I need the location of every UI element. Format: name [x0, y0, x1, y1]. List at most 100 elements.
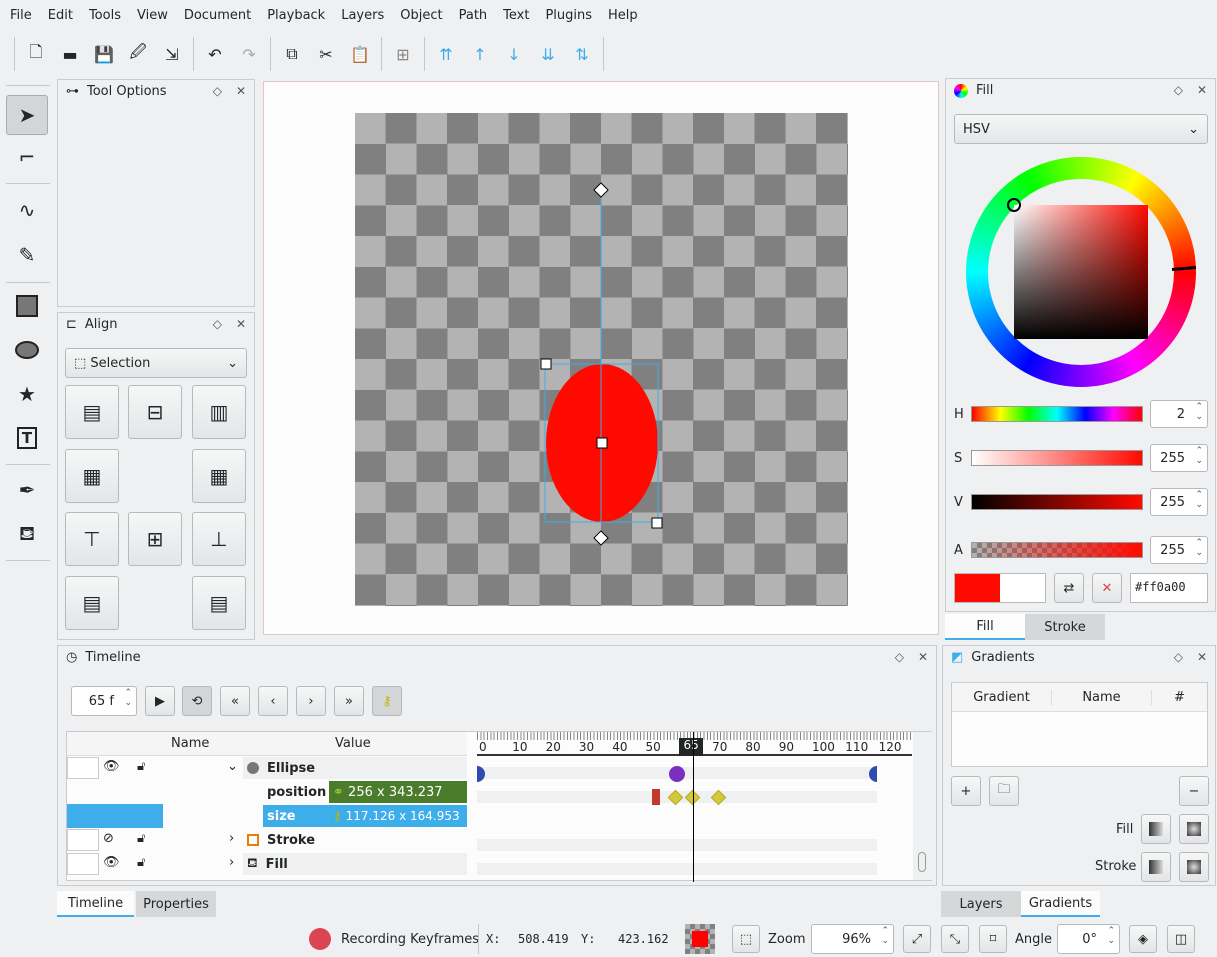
align-vcenter-button[interactable]: ⊞	[128, 512, 182, 566]
edit-node-tool-icon[interactable]: ⌐	[6, 137, 48, 177]
s-spinbox[interactable]: 255	[1150, 444, 1208, 472]
first-frame-button[interactable]: «	[220, 686, 250, 716]
position-value[interactable]: ⚭ 256 x 343.237	[329, 781, 467, 803]
tab-stroke[interactable]: Stroke	[1025, 614, 1105, 640]
zoom-out-button[interactable]: ⤡	[941, 925, 969, 953]
count-header[interactable]: #	[1152, 690, 1207, 705]
close-icon[interactable]: ✕	[236, 84, 246, 98]
folder-icon[interactable]: 🗀	[989, 776, 1019, 806]
clear-color-button[interactable]: ✕	[1092, 573, 1122, 603]
select-tool-icon[interactable]: ➤	[6, 95, 48, 135]
zoom-spinbox[interactable]: 96%	[811, 924, 894, 954]
float-icon[interactable]: ◇	[895, 650, 904, 664]
cut-icon[interactable]: ✂	[309, 37, 343, 71]
size-row[interactable]: size	[263, 805, 329, 827]
menu-document[interactable]: Document	[176, 8, 259, 23]
copy-icon[interactable]: ⧉	[275, 37, 309, 71]
a-spinbox[interactable]: 255	[1150, 536, 1208, 564]
raise-icon[interactable]: ↑	[463, 37, 497, 71]
diamond-handle[interactable]	[593, 182, 609, 198]
close-icon[interactable]: ✕	[918, 650, 928, 664]
name-header[interactable]: Name	[171, 736, 209, 751]
menu-view[interactable]: View	[129, 8, 176, 23]
flip-view-button[interactable]: ◫	[1167, 925, 1195, 953]
layer-color[interactable]	[67, 829, 99, 851]
raise-to-top-icon[interactable]: ⇈	[429, 37, 463, 71]
menu-object[interactable]: Object	[392, 8, 450, 23]
keyframe-start[interactable]	[652, 789, 660, 805]
fit-view-button[interactable]: ⬚	[732, 925, 760, 953]
float-icon[interactable]: ◇	[1174, 83, 1183, 97]
menu-text[interactable]: Text	[495, 8, 537, 23]
menu-playback[interactable]: Playback	[259, 8, 333, 23]
h-spinbox[interactable]: 2	[1150, 400, 1208, 428]
canvas-view[interactable]	[263, 81, 939, 635]
align-hcenter-button[interactable]: ⊟	[128, 385, 182, 439]
bezier-tool-icon[interactable]: ∿	[6, 190, 48, 230]
ellipse-row[interactable]: Ellipse	[243, 757, 467, 779]
menu-help[interactable]: Help	[600, 8, 646, 23]
layer-color[interactable]	[67, 757, 99, 779]
next-frame-button[interactable]: ›	[296, 686, 326, 716]
s-slider[interactable]	[971, 450, 1143, 466]
paste-icon[interactable]: 📋	[343, 37, 377, 71]
position-row[interactable]: position	[263, 781, 329, 803]
float-icon[interactable]: ◇	[213, 84, 222, 98]
open-icon[interactable]: ▬	[53, 37, 87, 71]
menu-edit[interactable]: Edit	[40, 8, 81, 23]
lock-icon[interactable]: 🔓︎	[137, 831, 145, 846]
sv-picker[interactable]	[1007, 198, 1021, 212]
frame-spinbox[interactable]: 65 f	[71, 686, 137, 716]
visible-icon[interactable]: 👁	[103, 759, 120, 774]
lower-to-bottom-icon[interactable]: ⇊	[531, 37, 565, 71]
redo-icon[interactable]: ↷	[232, 37, 266, 71]
v-spinbox[interactable]: 255	[1150, 488, 1208, 516]
ellipse-tool-icon[interactable]	[6, 330, 48, 370]
align-relative-select[interactable]: ⬚ Selection ⌄	[65, 348, 247, 378]
text-tool-icon[interactable]: T	[6, 418, 48, 458]
fill-tool-icon[interactable]: ⛾	[6, 514, 48, 554]
menu-layers[interactable]: Layers	[333, 8, 392, 23]
align-left-button[interactable]: ▤	[65, 385, 119, 439]
value-header[interactable]: Value	[335, 736, 371, 751]
time-ruler[interactable]: 0 10 20 30 40 50 65 70 80 90 100 110 120	[477, 732, 912, 756]
expand-icon[interactable]: ›	[229, 831, 234, 846]
distribute-top-button[interactable]: ▤	[65, 576, 119, 630]
add-gradient-button[interactable]: +	[951, 776, 981, 806]
undo-icon[interactable]: ↶	[198, 37, 232, 71]
layer-color[interactable]	[67, 853, 99, 875]
layer-end-marker[interactable]	[869, 766, 877, 782]
swap-color-button[interactable]: ⇄	[1054, 573, 1084, 603]
play-button[interactable]: ▶	[145, 686, 175, 716]
align-top-button[interactable]: ⊤	[65, 512, 119, 566]
zoom-reset-button[interactable]: ⌑	[979, 925, 1007, 953]
float-icon[interactable]: ◇	[1174, 650, 1183, 664]
hue-marker[interactable]	[1171, 265, 1197, 272]
tab-fill[interactable]: Fill	[945, 614, 1025, 640]
color-mode-select[interactable]: HSV ⌄	[954, 114, 1208, 144]
save-as-icon[interactable]: 🖉	[121, 37, 155, 71]
layer-marker[interactable]	[669, 766, 685, 782]
export-icon[interactable]: ⇲	[155, 37, 189, 71]
remove-gradient-button[interactable]: −	[1179, 776, 1209, 806]
distribute-bottom-button[interactable]: ▤	[192, 576, 246, 630]
expand-icon[interactable]: ›	[229, 855, 234, 870]
name-header[interactable]: Name	[1052, 689, 1152, 705]
tab-timeline[interactable]: Timeline	[57, 891, 134, 917]
close-icon[interactable]: ✕	[1197, 83, 1207, 97]
rectangle-tool-icon[interactable]	[6, 286, 48, 326]
star-tool-icon[interactable]: ★	[6, 374, 48, 414]
menu-path[interactable]: Path	[451, 8, 496, 23]
center-handle[interactable]	[596, 437, 608, 449]
distribute-left-button[interactable]: ▦	[65, 449, 119, 503]
visible-icon[interactable]: 👁	[103, 855, 120, 870]
h-slider[interactable]	[971, 406, 1143, 422]
playhead[interactable]	[693, 732, 694, 882]
color-picker-icon[interactable]: ✒	[6, 470, 48, 510]
hidden-icon[interactable]: ⊘	[103, 831, 114, 846]
angle-spinbox[interactable]: 0°	[1057, 924, 1120, 954]
rotate-reset-button[interactable]: ◈	[1129, 925, 1157, 953]
collapse-icon[interactable]: ⌄	[227, 759, 238, 774]
lock-icon[interactable]: 🔓︎	[137, 759, 145, 774]
gradient-list[interactable]: Gradient Name #	[951, 682, 1208, 767]
